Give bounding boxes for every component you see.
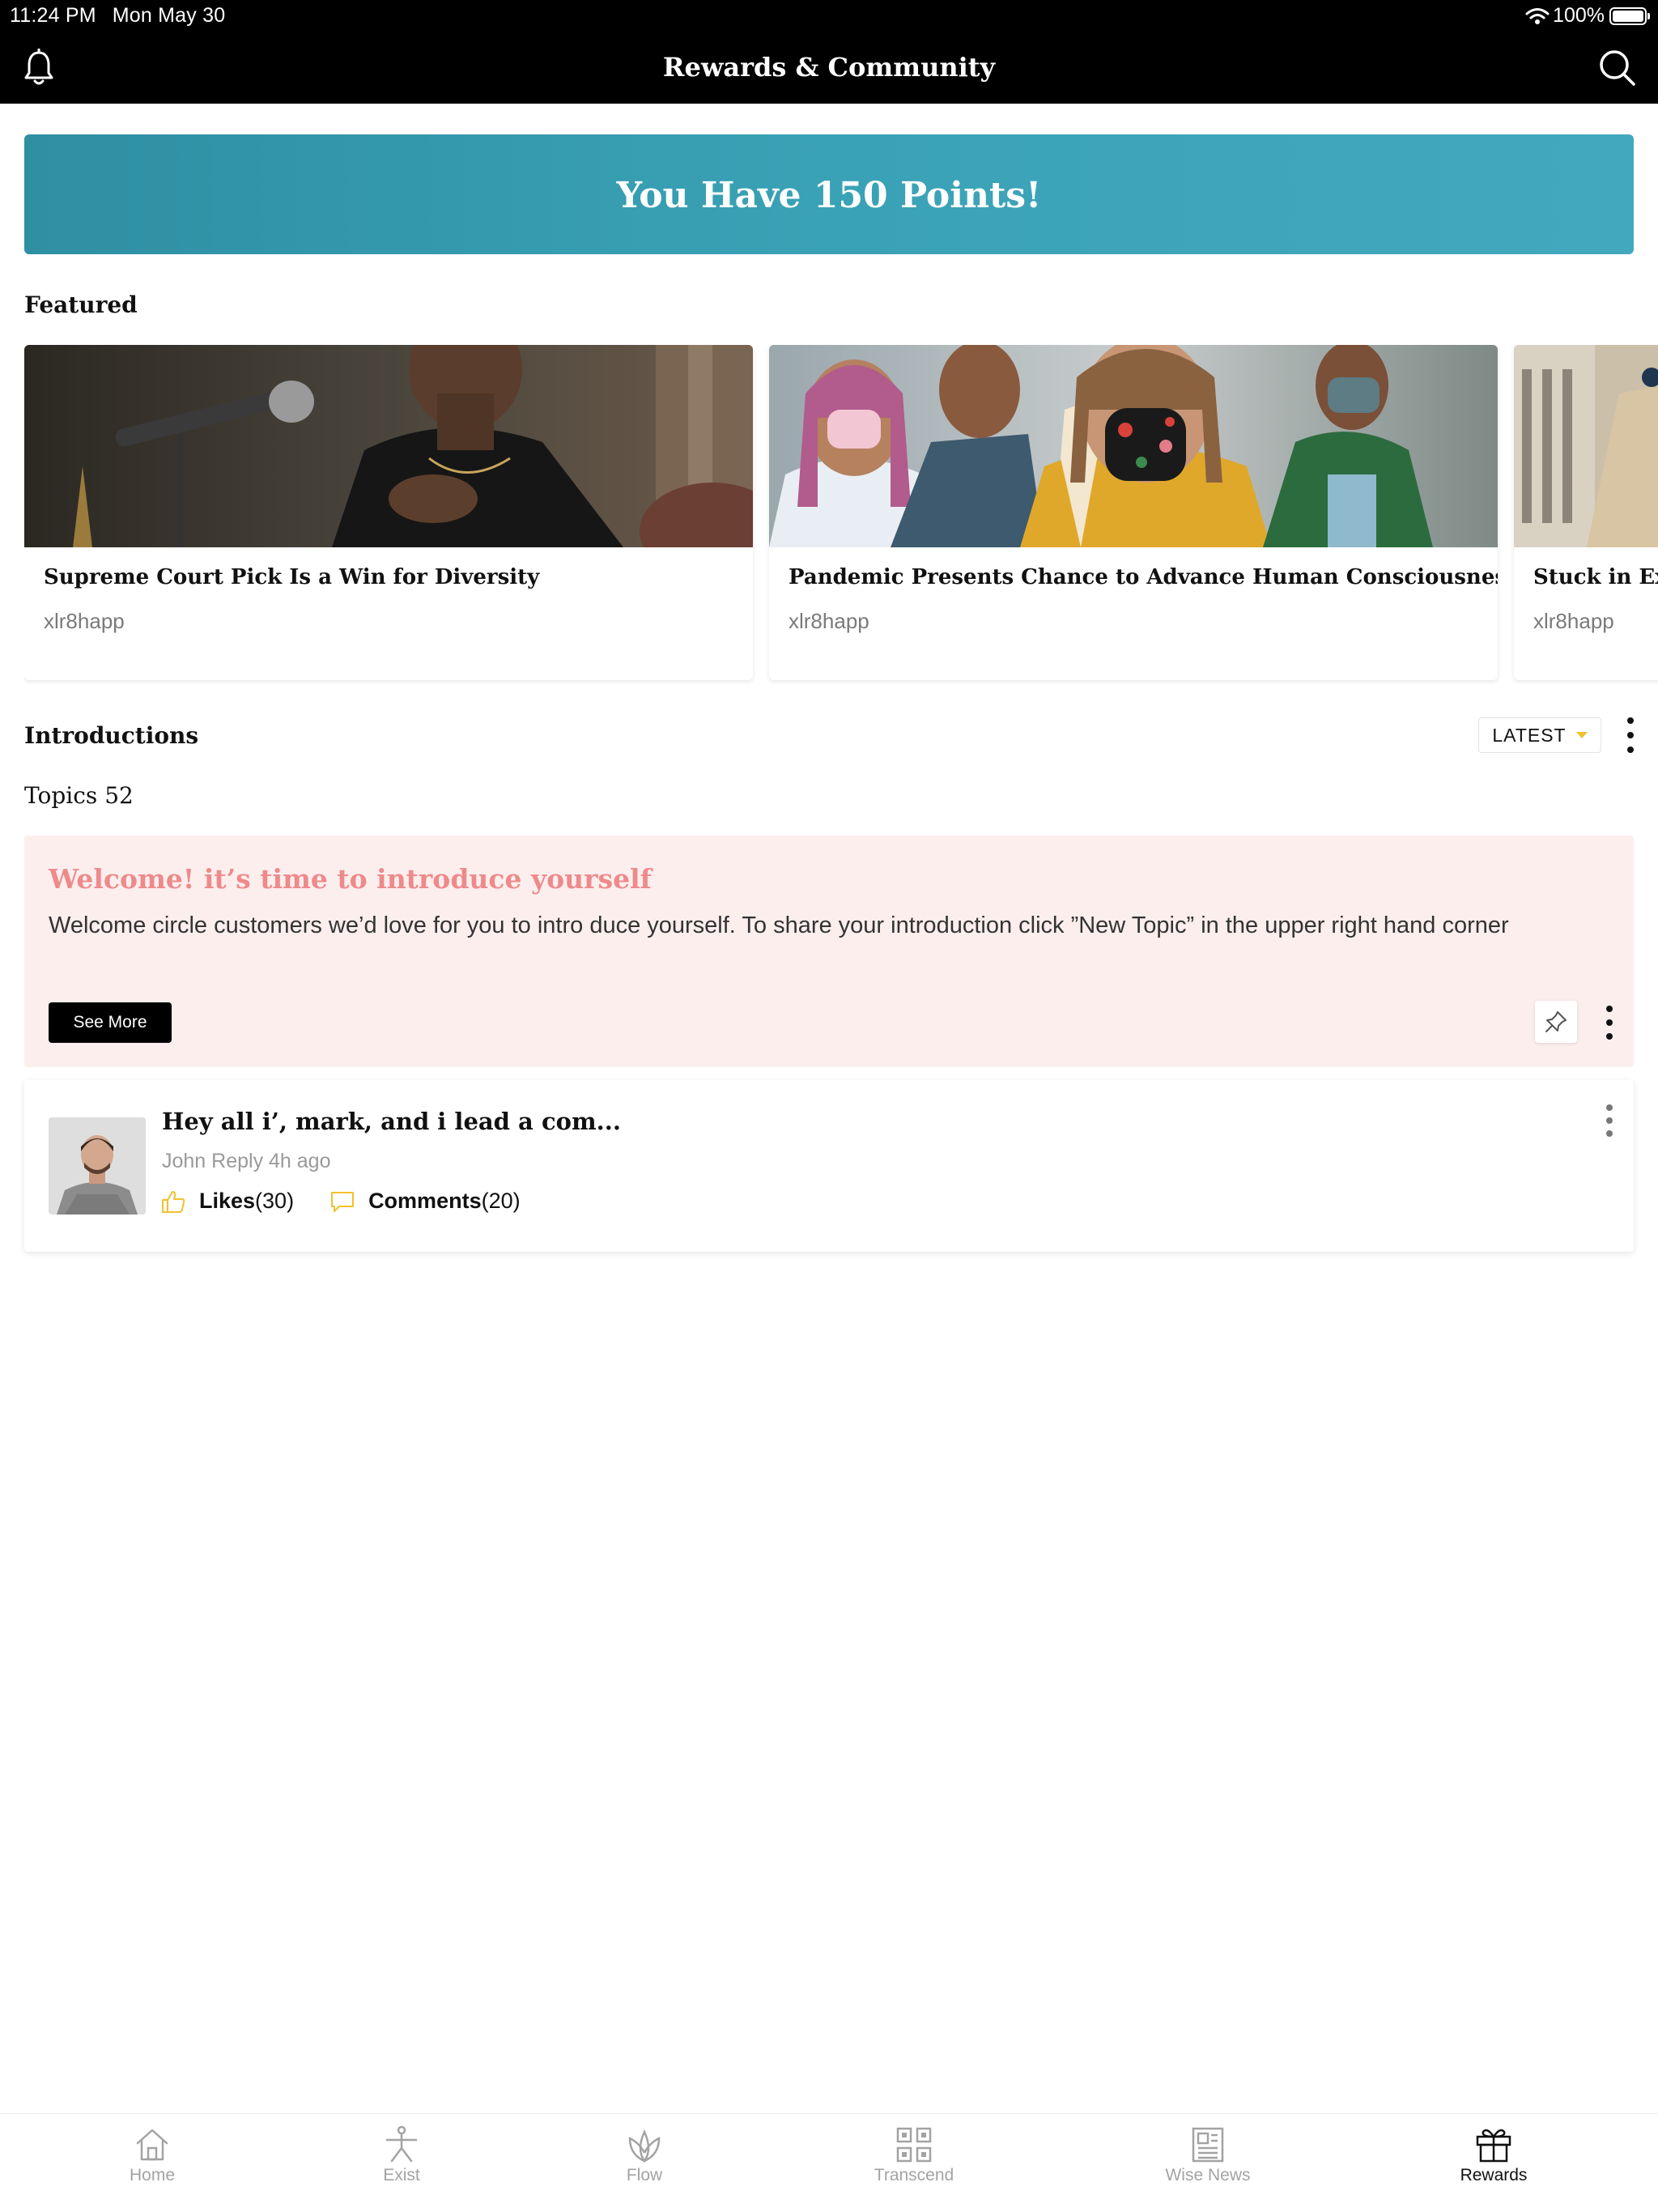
introductions-more-button[interactable] xyxy=(1626,717,1635,753)
yoga-icon xyxy=(385,2125,418,2163)
likes-label: Likes xyxy=(199,1189,256,1213)
home-icon xyxy=(136,2129,168,2161)
tab-label: Wise News xyxy=(1165,2166,1251,2184)
search-button[interactable] xyxy=(1598,49,1637,91)
featured-card-title: Stuck in Existential Crisis xyxy=(1533,565,1658,589)
featured-card-source: xlr8happ xyxy=(44,609,125,633)
introductions-heading: Introductions xyxy=(24,722,199,749)
points-text: You Have 150 Points! xyxy=(616,175,1042,216)
wifi-icon xyxy=(1525,7,1550,24)
tab-label: Transcend xyxy=(874,2166,954,2184)
battery-icon xyxy=(1609,6,1650,25)
leaf-icon xyxy=(628,2129,661,2163)
bottom-tab-bar: Home Exist Flow Transcend Wise News Rewa… xyxy=(0,2113,1658,2212)
tab-label: Home xyxy=(129,2166,176,2184)
post-title[interactable]: Hey all i’, mark, and i lead a com... xyxy=(162,1108,621,1135)
featured-heading: Featured xyxy=(24,291,138,318)
featured-image xyxy=(24,345,753,547)
search-icon xyxy=(1600,50,1635,86)
battery-percent: 100% xyxy=(1553,4,1605,27)
tab-label: Flow xyxy=(626,2166,663,2184)
featured-image xyxy=(1514,345,1658,547)
status-date: Mon May 30 xyxy=(112,4,226,27)
post-meta: John Reply 4h ago xyxy=(162,1150,331,1172)
comments-count: (20) xyxy=(481,1189,521,1213)
featured-card-source: xlr8happ xyxy=(1533,609,1614,633)
featured-image xyxy=(769,345,1498,547)
sort-dropdown[interactable]: LATEST xyxy=(1478,717,1601,753)
tab-exist[interactable]: Exist xyxy=(363,2125,440,2185)
app-header: Rewards & Community xyxy=(0,36,1658,104)
points-banner[interactable]: You Have 150 Points! xyxy=(24,134,1634,254)
welcome-more-button[interactable] xyxy=(1605,1006,1613,1040)
newspaper-icon xyxy=(1192,2127,1224,2163)
topics-count: Topics 52 xyxy=(24,782,134,809)
status-bar: 11:24 PM Mon May 30 100% xyxy=(0,0,1658,36)
welcome-title: Welcome! it’s time to introduce yourself xyxy=(49,863,652,895)
pin-button[interactable] xyxy=(1535,1001,1577,1043)
featured-card[interactable]: Stuck in Existential Crisis xlr8happ xyxy=(1514,345,1658,680)
tab-flow[interactable]: Flow xyxy=(606,2125,683,2185)
comment-button[interactable]: Comments (20) xyxy=(329,1189,521,1214)
tab-wise-news[interactable]: Wise News xyxy=(1159,2125,1256,2185)
post-more-button[interactable] xyxy=(1605,1104,1613,1137)
pin-icon xyxy=(1545,1011,1567,1032)
featured-card-title: Pandemic Presents Chance to Advance Huma… xyxy=(789,565,1498,589)
gift-icon xyxy=(1476,2129,1511,2163)
featured-carousel[interactable]: Supreme Court Pick Is a Win for Diversit… xyxy=(24,345,1658,685)
tab-label: Exist xyxy=(383,2166,420,2184)
welcome-body: Welcome circle customers we’d love for y… xyxy=(49,912,1509,938)
likes-count: (30) xyxy=(255,1189,295,1213)
tab-rewards[interactable]: Rewards xyxy=(1449,2125,1538,2185)
tab-transcend[interactable]: Transcend xyxy=(865,2125,963,2185)
thumbs-up-icon xyxy=(162,1190,185,1213)
like-button[interactable]: Likes (30) xyxy=(160,1189,294,1214)
topic-post[interactable]: Hey all i’, mark, and i lead a com... Jo… xyxy=(24,1080,1634,1252)
grid-icon xyxy=(896,2127,932,2163)
pinned-welcome-topic[interactable]: Welcome! it’s time to introduce yourself… xyxy=(24,836,1634,1067)
caret-down-icon xyxy=(1575,732,1588,738)
tab-home[interactable]: Home xyxy=(113,2125,191,2185)
see-more-button[interactable]: See More xyxy=(49,1002,172,1043)
tab-label: Rewards xyxy=(1460,2166,1528,2184)
status-time: 11:24 PM xyxy=(10,4,96,27)
featured-card-title: Supreme Court Pick Is a Win for Diversit… xyxy=(44,565,540,589)
more-dot xyxy=(1627,717,1634,724)
page-title: Rewards & Community xyxy=(662,52,996,83)
comments-label: Comments xyxy=(368,1189,482,1213)
featured-card-source: xlr8happ xyxy=(789,609,869,633)
featured-card[interactable]: Supreme Court Pick Is a Win for Diversit… xyxy=(24,345,753,680)
sort-label: LATEST xyxy=(1492,724,1567,746)
comment-icon xyxy=(331,1191,355,1212)
avatar[interactable] xyxy=(49,1117,146,1214)
featured-card[interactable]: Pandemic Presents Chance to Advance Huma… xyxy=(769,345,1498,680)
